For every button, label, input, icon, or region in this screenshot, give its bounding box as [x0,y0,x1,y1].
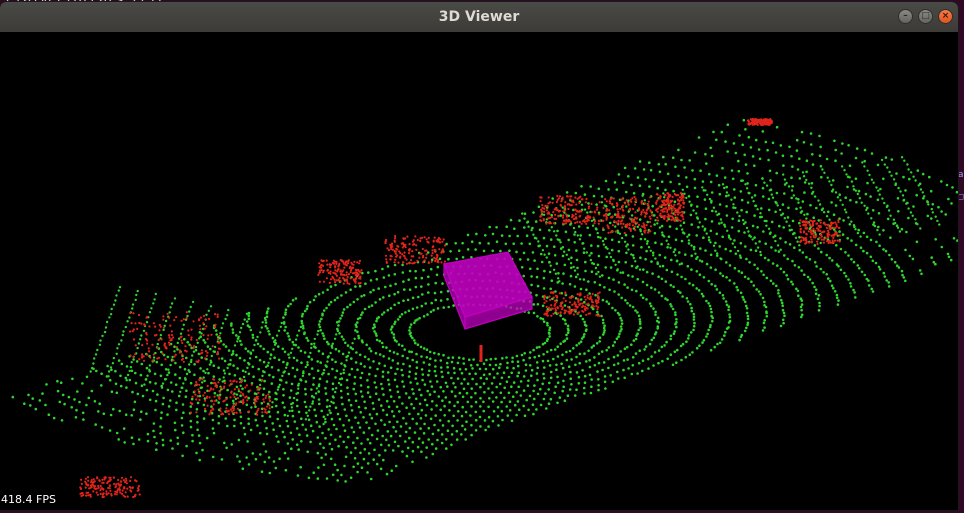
close-button[interactable]: × [938,9,953,24]
close-icon: × [941,11,950,21]
3d-viewport[interactable]: 418.4 FPS [0,32,958,510]
bounding-box [443,251,533,330]
viewer-window: 3D Viewer – □ × 418.4 FPS [0,2,958,510]
maximize-button[interactable]: □ [918,9,933,24]
minimize-button[interactable]: – [898,9,913,24]
maximize-icon: □ [921,11,930,21]
minimize-icon: – [903,11,908,21]
titlebar[interactable]: 3D Viewer – □ × [0,2,958,32]
background-edge-glyph: □ [958,192,964,202]
point-cloud-scene[interactable] [0,32,958,510]
window-title: 3D Viewer [438,9,520,25]
background-edge-glyph: a [958,170,964,180]
fps-counter: 418.4 FPS [1,493,56,506]
